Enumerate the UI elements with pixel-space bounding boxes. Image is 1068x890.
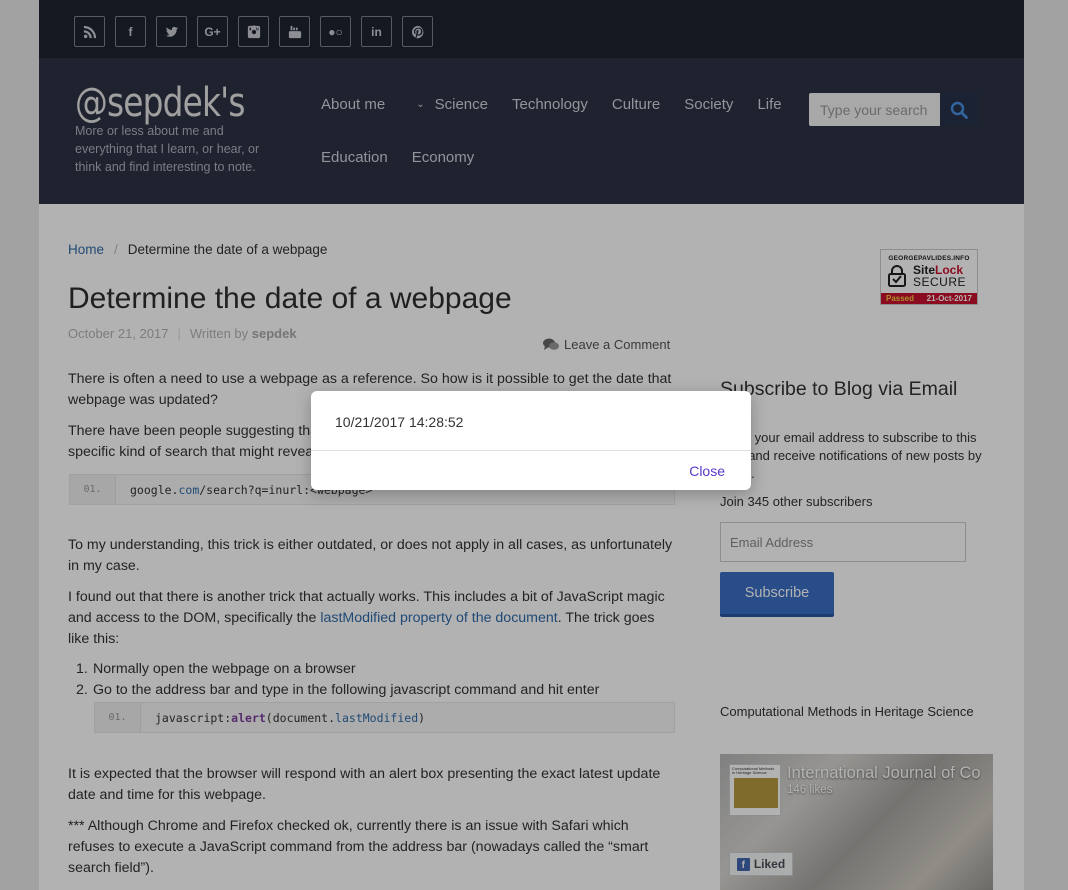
alert-dialog: 10/21/2017 14:28:52 Close [311, 391, 751, 490]
dialog-divider [311, 450, 751, 451]
alert-message: 10/21/2017 14:28:52 [335, 414, 464, 430]
close-button[interactable]: Close [689, 463, 725, 479]
